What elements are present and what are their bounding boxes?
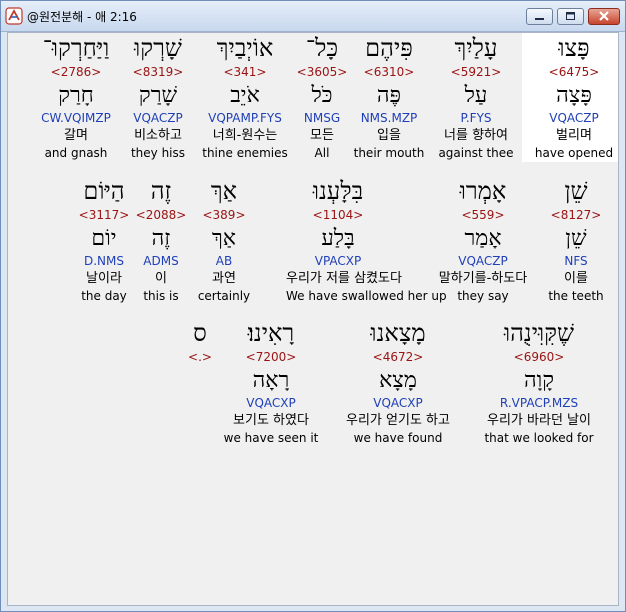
strong-number[interactable]: <7200>: [219, 348, 323, 366]
close-button[interactable]: [588, 8, 620, 25]
morphology-code: CW.VQIMZP: [41, 111, 111, 125]
minimize-button[interactable]: [526, 8, 553, 25]
morphology-code: NFS: [564, 254, 588, 268]
english-gloss: and gnash: [44, 146, 108, 160]
word-cell[interactable]: פָּצוּ <6475> פָּצָה VQACZP 벌리며 have ope…: [522, 33, 618, 162]
word-cell[interactable]: ס <.>: [178, 318, 222, 366]
korean-gloss: 갈며: [64, 128, 88, 143]
maximize-icon: [566, 12, 575, 20]
lexical-form: שֵׁן: [565, 226, 587, 251]
lexical-form: רָאָה: [252, 368, 290, 393]
close-icon: [599, 11, 609, 21]
hebrew-word: מָצָאנוּ: [370, 319, 426, 347]
english-gloss: we have seen it: [223, 431, 319, 445]
minimize-icon: [535, 18, 544, 20]
korean-gloss: 우리가 바라던 날이: [487, 413, 591, 428]
hebrew-word: בִּלָּעְנוּ: [312, 177, 364, 205]
word-cell[interactable]: שֵׁן <8127> שֵׁן NFS 이를 the teeth: [524, 176, 618, 305]
lexical-form: יוֹם: [91, 226, 117, 251]
morphology-code: VQACXP: [373, 396, 423, 410]
hebrew-word: הַיּוֹם: [83, 177, 125, 205]
lexical-form: פָּצָה: [556, 83, 592, 108]
strong-number[interactable]: <6475>: [522, 63, 618, 81]
korean-gloss: 벌리며: [556, 128, 592, 143]
korean-gloss: 날이라: [86, 271, 122, 286]
hebrew-word: פָּצוּ: [558, 34, 590, 62]
korean-gloss: 말하기를-하도다: [438, 271, 528, 286]
word-cell[interactable]: הַיּוֹם <3117> יוֹם D.NMS 날이라 the day: [52, 176, 156, 305]
lexical-form: חָרַק: [58, 83, 94, 108]
korean-gloss: 보기도 하였다: [233, 413, 309, 428]
hebrew-word: שֵׁן: [564, 177, 588, 205]
word-cell[interactable]: אָמְרוּ <559> אָמַר VQACZP 말하기를-하도다 they…: [431, 176, 535, 305]
app-icon: [5, 7, 23, 25]
lexical-form: מָצָא: [379, 368, 417, 393]
strong-number[interactable]: <3117>: [52, 206, 156, 224]
hebrew-word: אָמְרוּ: [459, 177, 507, 205]
hebrew-word: ס: [193, 319, 207, 347]
strong-number[interactable]: <8127>: [524, 206, 618, 224]
english-gloss: We have swallowed her up: [286, 289, 447, 303]
strong-number[interactable]: <1104>: [286, 206, 390, 224]
hebrew-word: וַיַּחַרְקוּ־: [42, 34, 110, 62]
morphology-code: VPACXP: [314, 254, 362, 268]
morphology-code: VQACZP: [549, 111, 599, 125]
hebrew-word: שֶׁקִּוִּינֻהוּ: [503, 319, 575, 347]
korean-gloss: 우리가 얻기도 하고: [346, 413, 450, 428]
morphology-code: R.VPACP.MZS: [499, 396, 579, 410]
lexical-form: קָוָה: [523, 368, 555, 393]
lexical-form: בָּלַע: [321, 226, 355, 251]
strong-number[interactable]: <6960>: [474, 348, 604, 366]
english-gloss: the day: [81, 289, 127, 303]
strong-number[interactable]: <559>: [431, 206, 535, 224]
strong-number[interactable]: <2786>: [24, 63, 128, 81]
word-cell[interactable]: וַיַּחַרְקוּ־ <2786> חָרַק CW.VQIMZP 갈며 …: [24, 33, 128, 162]
app-window: @원전분해 - 애 2:16 פָּצוּ <6475> פָּצָה VQAC…: [0, 0, 626, 612]
hebrew-word: רָאִינוּ׃: [247, 319, 295, 347]
word-cell[interactable]: בִּלָּעְנוּ <1104> בָּלַע VPACXP 우리가 저를 …: [286, 176, 447, 305]
english-gloss: we have found: [353, 431, 443, 445]
korean-gloss: 우리가 저를 삼켰도다: [286, 271, 402, 286]
english-gloss: that we looked for: [484, 431, 594, 445]
word-cell[interactable]: רָאִינוּ׃ <7200> רָאָה VQACXP 보기도 하였다 we…: [219, 318, 323, 447]
maximize-button[interactable]: [557, 8, 584, 25]
word-cell[interactable]: מָצָאנוּ <4672> מָצָא VQACXP 우리가 얻기도 하고 …: [336, 318, 460, 447]
window-title: @원전분해 - 애 2:16: [27, 10, 137, 24]
strong-number[interactable]: <.>: [178, 348, 222, 366]
english-gloss: have opened: [534, 146, 614, 160]
lexical-form: אָמַר: [464, 226, 502, 251]
analysis-panel: פָּצוּ <6475> פָּצָה VQACZP 벌리며 have ope…: [7, 32, 619, 606]
title-bar[interactable]: @원전분해 - 애 2:16: [1, 1, 625, 32]
morphology-code: VQACXP: [246, 396, 296, 410]
morphology-code: D.NMS: [83, 254, 124, 268]
word-cell[interactable]: שֶׁקִּוִּינֻהוּ <6960> קָוָה R.VPACP.MZS…: [474, 318, 604, 447]
morphology-code: VQACZP: [458, 254, 508, 268]
strong-number[interactable]: <4672>: [336, 348, 460, 366]
korean-gloss: 이를: [564, 271, 588, 286]
english-gloss: the teeth: [548, 289, 604, 303]
